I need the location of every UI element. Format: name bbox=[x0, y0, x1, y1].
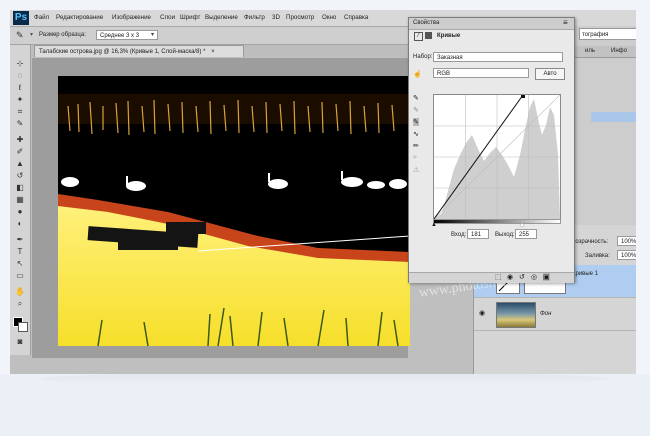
eyedropper-tool-icon[interactable]: ✎ bbox=[14, 119, 26, 129]
gradient-tool-icon[interactable]: ▦ bbox=[14, 195, 26, 205]
background-thumbnail bbox=[496, 302, 536, 328]
document-tab-bar: Талабские острова.jpg @ 16,3% (Кривые 1,… bbox=[32, 45, 412, 57]
layer-row-background[interactable]: ◉ Фон 🔒 bbox=[474, 298, 636, 331]
eraser-tool-icon[interactable]: ◧ bbox=[14, 183, 26, 193]
history-brush-icon[interactable]: ↺ bbox=[14, 171, 26, 181]
tools-panel: ⊹ ◌ ℓ ✦ ⌗ ✎ ✚ ✐ ▲ ↺ ◧ ▦ ● ◐ ✒ T ↖ ▭ ✋ ⌕ … bbox=[10, 45, 31, 355]
lasso-tool-icon[interactable]: ℓ bbox=[14, 83, 26, 93]
menu-3d[interactable]: 3D bbox=[272, 14, 280, 21]
chevron-down-icon[interactable]: ▾ bbox=[30, 31, 33, 38]
panel-name: Кривые bbox=[437, 33, 461, 39]
crop-tool-icon[interactable]: ⌗ bbox=[14, 107, 26, 117]
curves-adjust-icon: ⁄ bbox=[414, 32, 423, 41]
app-logo: Ps bbox=[13, 11, 29, 25]
properties-panel: Свойства ≡ ⁄ Кривые Набор: Заказная ☝ RG… bbox=[408, 17, 575, 283]
type-tool-icon[interactable]: T bbox=[14, 247, 26, 257]
trash-icon[interactable]: ▣ bbox=[543, 273, 550, 281]
move-tool-icon[interactable]: ⊹ bbox=[14, 59, 26, 69]
tone-gradient-bar bbox=[433, 219, 561, 224]
selected-row bbox=[591, 112, 636, 122]
zoom-tool-icon[interactable]: ⌕ bbox=[14, 299, 26, 309]
clip-to-layer-icon[interactable]: ⬚ bbox=[495, 273, 502, 281]
menu-layers[interactable]: Слои bbox=[160, 14, 175, 21]
output-field[interactable]: 255 bbox=[515, 229, 537, 239]
menu-type[interactable]: Шрифт bbox=[180, 14, 200, 21]
canvas-area[interactable] bbox=[32, 58, 410, 358]
eye-icon[interactable]: ◉ bbox=[479, 309, 485, 317]
smooth-icon[interactable]: ≈ bbox=[413, 154, 417, 161]
stamp-tool-icon[interactable]: ▲ bbox=[14, 159, 26, 169]
curves-layer-name: Кривые 1 bbox=[572, 271, 599, 277]
menu-window[interactable]: Окно bbox=[322, 14, 336, 21]
black-point-eyedropper-icon[interactable]: ✎ bbox=[413, 94, 419, 102]
screenshot-shadow bbox=[40, 372, 610, 386]
eyedropper-icon[interactable]: ✎ bbox=[16, 30, 24, 41]
marquee-tool-icon[interactable]: ◌ bbox=[14, 71, 26, 81]
menu-file[interactable]: Файл bbox=[34, 14, 49, 21]
quick-select-tool-icon[interactable]: ✦ bbox=[14, 95, 26, 105]
background-color-swatch[interactable] bbox=[18, 322, 28, 332]
curve-point-icon[interactable]: ∿ bbox=[413, 130, 419, 138]
close-icon[interactable]: × bbox=[211, 49, 215, 55]
document-tab[interactable]: Талабские острова.jpg @ 16,3% (Кривые 1,… bbox=[34, 45, 244, 57]
document-tab-title: Талабские острова.jpg @ 16,3% (Кривые 1,… bbox=[39, 49, 206, 55]
fill-field[interactable]: 100% bbox=[617, 250, 636, 260]
dodge-tool-icon[interactable]: ◐ bbox=[14, 219, 26, 229]
menu-image[interactable]: Изображение bbox=[112, 14, 151, 21]
menu-help[interactable]: Справка bbox=[344, 14, 368, 21]
preset-select[interactable]: Заказная bbox=[433, 52, 563, 62]
panel-tab-strip: иль Инфо bbox=[571, 46, 636, 58]
pen-tool-icon[interactable]: ✒ bbox=[14, 235, 26, 245]
panel-menu-icon[interactable]: ≡ bbox=[563, 18, 568, 27]
blur-tool-icon[interactable]: ● bbox=[14, 207, 26, 217]
photoshop-window: Ps Файл Редактирование Изображение Слои … bbox=[10, 10, 636, 374]
properties-title-bar: Свойства ≡ bbox=[409, 18, 574, 30]
input-field[interactable]: 181 bbox=[467, 229, 489, 239]
background-layer-name: Фон bbox=[540, 311, 552, 317]
quick-mask-icon[interactable]: ◙ bbox=[14, 337, 26, 347]
hand-tool-icon[interactable]: ✋ bbox=[14, 287, 26, 297]
photo-illustration bbox=[58, 76, 410, 346]
properties-title: Свойства bbox=[413, 20, 440, 26]
input-label: Вход: bbox=[451, 232, 467, 238]
sample-size-label: Размер образца: bbox=[39, 32, 86, 38]
healing-brush-icon[interactable]: ✚ bbox=[14, 135, 26, 145]
panel-tab-partial[interactable]: иль bbox=[585, 48, 595, 54]
curves-graph[interactable] bbox=[433, 94, 561, 220]
fill-label: Заливка: bbox=[585, 253, 610, 259]
white-point-eyedropper-icon[interactable]: ✎ bbox=[413, 118, 419, 126]
select-arrow-icon: ▾ bbox=[151, 32, 155, 38]
auto-button[interactable]: Авто bbox=[535, 68, 565, 80]
clip-warning-icon[interactable]: ⚠ bbox=[413, 166, 419, 174]
opacity-field[interactable]: 100% bbox=[617, 236, 636, 246]
document-image[interactable] bbox=[58, 76, 410, 346]
menu-view[interactable]: Просмотр bbox=[286, 14, 314, 21]
view-previous-icon[interactable]: ◉ bbox=[507, 273, 513, 281]
pencil-icon[interactable]: ✏ bbox=[413, 142, 419, 150]
brush-tool-icon[interactable]: ✐ bbox=[14, 147, 26, 157]
curves-graph-svg bbox=[434, 95, 560, 219]
output-label: Выход: bbox=[495, 232, 515, 238]
visibility-icon[interactable]: ◎ bbox=[531, 273, 537, 281]
black-point-slider[interactable]: ▲ bbox=[431, 222, 437, 228]
gray-point-eyedropper-icon[interactable]: ✎ bbox=[413, 106, 419, 114]
shape-tool-icon[interactable]: ▭ bbox=[14, 271, 26, 281]
channel-select[interactable]: RGB bbox=[433, 68, 529, 78]
menu-edit[interactable]: Редактирование bbox=[56, 14, 103, 21]
mask-icon[interactable] bbox=[425, 32, 432, 39]
menu-select[interactable]: Выделение bbox=[205, 14, 238, 21]
reset-icon[interactable]: ↺ bbox=[519, 273, 525, 281]
white-point-slider[interactable]: ▲ bbox=[519, 222, 525, 228]
opacity-label: розрачность: bbox=[572, 239, 609, 245]
workspace-search-field[interactable]: тография bbox=[579, 28, 636, 40]
sample-size-select[interactable]: Среднее 3 x 3 bbox=[96, 30, 158, 40]
path-select-icon[interactable]: ↖ bbox=[14, 259, 26, 269]
target-adjust-icon[interactable]: ☝ bbox=[413, 70, 422, 78]
panel-tab-info[interactable]: Инфо bbox=[611, 48, 627, 54]
menu-filter[interactable]: Фильтр bbox=[244, 14, 265, 21]
preset-label: Набор: bbox=[413, 54, 433, 60]
properties-footer: ⬚ ◉ ↺ ◎ ▣ bbox=[409, 272, 574, 283]
